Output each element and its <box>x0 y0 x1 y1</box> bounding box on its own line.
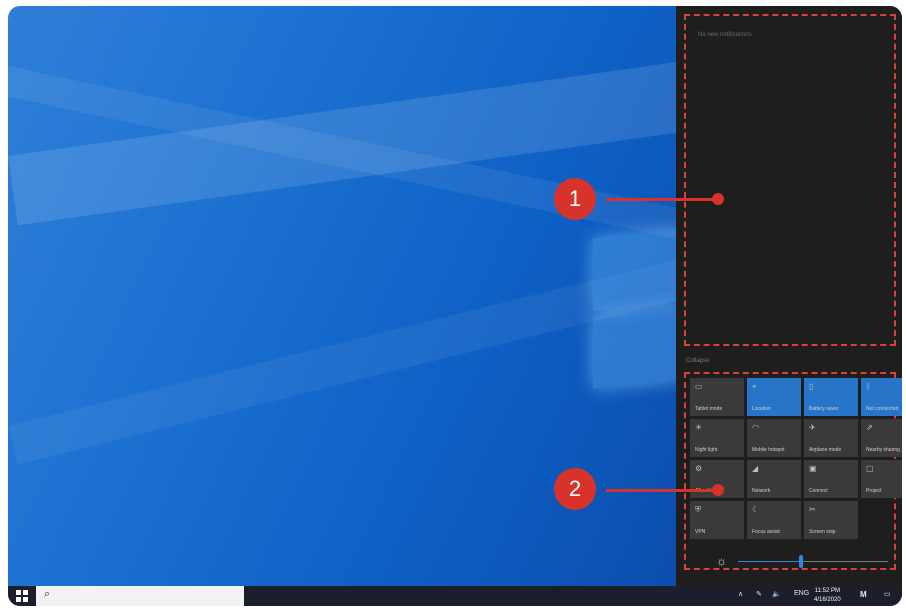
brightness-slider-thumb[interactable] <box>799 555 803 568</box>
quick-action-label: Mobile hotspot <box>752 447 785 453</box>
taskbar: ⌕ ∧ ✎ 🔈 ENG 11:52 PM 4/16/2020 M ▭ <box>8 586 902 606</box>
snip-icon: ✂ <box>809 505 816 514</box>
quick-action-label: Nearby sharing <box>866 447 900 453</box>
quick-action-label: VPN <box>695 529 706 535</box>
quick-action-label: Night light <box>695 447 718 453</box>
quick-action-label: Network <box>752 488 771 494</box>
quick-action-nearby-sharing[interactable]: ⇗ Nearby sharing <box>861 419 902 457</box>
quick-action-battery-saver[interactable]: ▯ Battery saver <box>804 378 858 416</box>
callout-leader-2 <box>606 489 718 492</box>
quick-actions-area: ▭ Tablet mode ⌖ Location ▯ Battery saver ᛒ Not … <box>684 372 902 570</box>
share-icon: ⇗ <box>866 423 873 432</box>
brightness-slider-fill <box>738 561 801 562</box>
quick-action-screen-snip[interactable]: ✂ Screen snip <box>804 501 858 539</box>
callout-badge-2: 2 <box>554 468 596 510</box>
quick-action-network[interactable]: ◢ Network <box>747 460 801 498</box>
clock-time: 11:52 PM <box>814 588 840 594</box>
quick-action-label: Focus assist <box>752 529 780 535</box>
quick-action-night-light[interactable]: ☀ Night light <box>690 419 744 457</box>
app-tray-icon[interactable]: M <box>860 590 867 599</box>
windows-logo-pane-bottom <box>593 307 683 389</box>
desktop-screen: No new notifications Collapse ▭ Tablet mo… <box>8 6 902 606</box>
bluetooth-icon: ᛒ <box>866 382 871 391</box>
vpn-icon: ⛨ <box>695 505 701 514</box>
quick-action-mobile-hotspot[interactable]: ◠ Mobile hotspot <box>747 419 801 457</box>
quick-action-tablet-mode[interactable]: ▭ Tablet mode <box>690 378 744 416</box>
notifications-area: No new notifications <box>684 14 896 346</box>
network-icon: ◢ <box>752 464 759 473</box>
quick-action-label: Screen snip <box>809 529 836 535</box>
volume-icon[interactable]: 🔈 <box>772 590 781 598</box>
gear-icon: ⚙ <box>695 464 703 473</box>
quick-action-label: Not connected <box>866 406 899 412</box>
quick-action-not-connected[interactable]: ᛒ Not connected <box>861 378 902 416</box>
moon-icon: ☾ <box>752 505 760 514</box>
callout-dot-1 <box>712 193 724 205</box>
battery-icon: ▯ <box>809 382 814 391</box>
pen-icon[interactable]: ✎ <box>756 590 762 598</box>
quick-action-label: Connect <box>809 488 828 494</box>
no-notifications-text: No new notifications <box>698 32 752 38</box>
search-box[interactable]: ⌕ <box>36 586 244 606</box>
location-icon: ⌖ <box>752 382 757 391</box>
quick-action-focus-assist[interactable]: ☾ Focus assist <box>747 501 801 539</box>
quick-action-label: Battery saver <box>809 406 839 412</box>
brightness-slider[interactable] <box>738 555 888 568</box>
night-light-icon: ☀ <box>695 423 703 432</box>
action-center-panel: No new notifications Collapse ▭ Tablet mo… <box>676 6 902 586</box>
search-icon: ⌕ <box>44 588 51 600</box>
quick-action-tiles: ▭ Tablet mode ⌖ Location ▯ Battery saver ᛒ Not … <box>690 378 902 539</box>
quick-action-project[interactable]: ▢ Project <box>861 460 902 498</box>
clock-date: 4/16/2020 <box>814 597 841 603</box>
tablet-icon: ▭ <box>695 382 703 391</box>
quick-action-connect[interactable]: ▣ Connect <box>804 460 858 498</box>
quick-action-label: Airplane mode <box>809 447 842 453</box>
windows-start-icon[interactable] <box>16 590 28 602</box>
callout-dot-2 <box>712 484 724 496</box>
callout-leader-1 <box>606 198 718 201</box>
quick-action-location[interactable]: ⌖ Location <box>747 378 801 416</box>
action-center-icon[interactable]: ▭ <box>884 590 891 598</box>
quick-action-airplane-mode[interactable]: ✈ Airplane mode <box>804 419 858 457</box>
collapse-link[interactable]: Collapse <box>686 358 709 364</box>
clock[interactable]: 11:52 PM 4/16/2020 <box>814 587 841 605</box>
callout-badge-1: 1 <box>554 178 596 220</box>
quick-action-label: Tablet mode <box>695 406 723 412</box>
sun-icon: ☼ <box>716 554 727 568</box>
language-indicator[interactable]: ENG <box>794 590 809 597</box>
show-hidden-icons-chevron-icon[interactable]: ∧ <box>738 590 743 598</box>
project-icon: ▢ <box>866 464 874 473</box>
connect-icon: ▣ <box>809 464 817 473</box>
quick-action-label: Location <box>752 406 771 412</box>
device-frame: No new notifications Collapse ▭ Tablet mo… <box>0 0 906 609</box>
airplane-icon: ✈ <box>809 423 816 432</box>
quick-action-vpn[interactable]: ⛨ VPN <box>690 501 744 539</box>
windows-logo-pane-top <box>593 229 683 311</box>
quick-action-label: Project <box>866 488 882 494</box>
hotspot-icon: ◠ <box>752 423 759 432</box>
